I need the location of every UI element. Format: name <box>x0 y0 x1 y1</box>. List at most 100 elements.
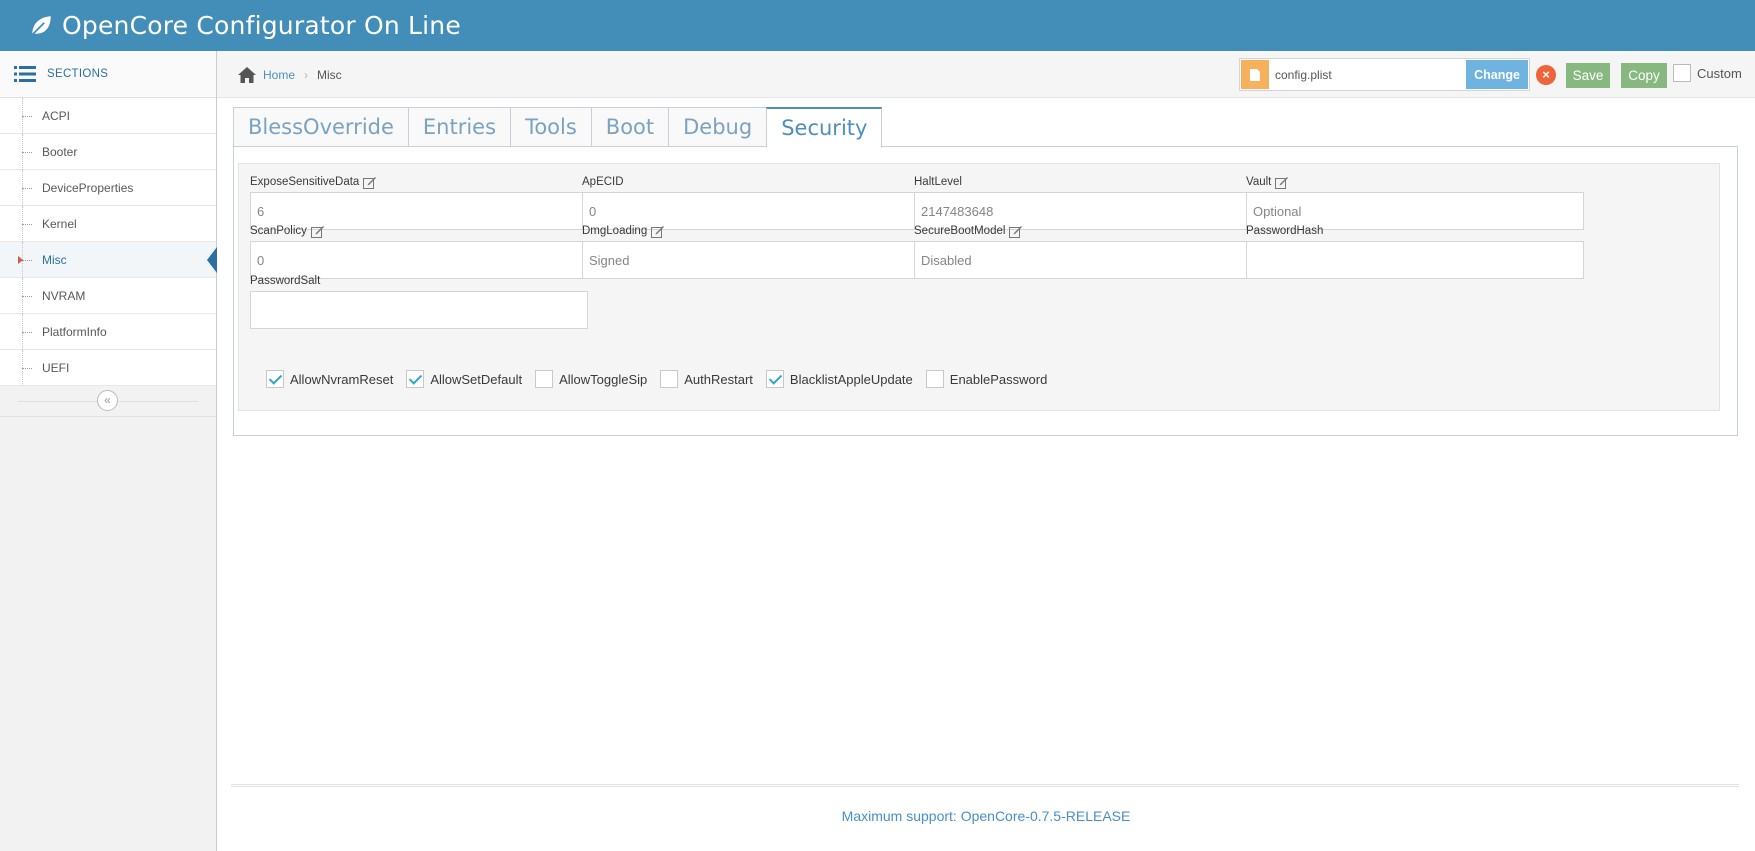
checkbox-box[interactable] <box>266 370 284 388</box>
custom-toggle[interactable]: Custom <box>1673 64 1742 82</box>
sidebar-item-deviceproperties[interactable]: DeviceProperties <box>0 170 216 206</box>
change-file-button[interactable]: Change <box>1466 60 1528 89</box>
sidebar-item-misc[interactable]: Misc <box>0 242 217 278</box>
field-label-text: SecureBootModel <box>914 225 1006 237</box>
tab-debug[interactable]: Debug <box>668 107 767 147</box>
tab-bar: BlessOverride Entries Tools Boot Debug Securi… <box>233 107 883 148</box>
checkbox-box[interactable] <box>535 370 554 388</box>
field-input[interactable]: Signed <box>582 241 920 279</box>
field-label-text: DmgLoading <box>582 225 648 237</box>
checkbox-label: EnablePassword <box>949 371 1048 387</box>
breadcrumb-separator: › <box>304 68 309 82</box>
field-label: PasswordSalt <box>250 273 588 289</box>
list-icon <box>14 66 36 82</box>
field-passwordhash: PasswordHash <box>1246 223 1584 279</box>
sidebar-item-label: PlatformInfo <box>42 324 107 339</box>
field-haltlevel: HaltLevel 2147483648 <box>914 174 1252 230</box>
tab-entries[interactable]: Entries <box>407 107 511 147</box>
field-vault: Vault Optional <box>1246 174 1584 230</box>
sidebar-item-label: Booter <box>42 144 78 159</box>
sidebar-nav: ACPI Booter DeviceProperties Kernel Misc NVRA… <box>0 98 217 386</box>
field-label-text: Vault <box>1246 176 1272 188</box>
sidebar-item-platforminfo[interactable]: PlatformInfo <box>0 314 216 350</box>
tab-tools[interactable]: Tools <box>510 107 591 147</box>
sidebar-item-label: Kernel <box>42 216 77 231</box>
sidebar-item-label: ACPI <box>42 108 71 123</box>
tree-dash <box>22 296 32 297</box>
field-label-text: PasswordSalt <box>250 275 321 287</box>
field-securebootmodel: SecureBootModel Disabled <box>914 223 1252 279</box>
tab-boot[interactable]: Boot <box>590 107 669 147</box>
sidebar-item-uefi[interactable]: UEFI <box>0 350 216 386</box>
edit-icon[interactable] <box>310 225 325 238</box>
field-label: Vault <box>1246 174 1584 190</box>
copy-button[interactable]: Copy <box>1621 63 1667 88</box>
sidebar-collapse-button[interactable]: « <box>97 390 118 411</box>
checkbox-label: AllowSetDefault <box>430 371 523 387</box>
breadcrumb-home-link[interactable]: Home <box>263 68 295 82</box>
field-label: DmgLoading <box>582 223 920 239</box>
security-form: AllowNvramReset AllowSetDefault AllowToggl… <box>238 163 1720 411</box>
checkbox-allowtogglesip[interactable]: AllowToggleSip <box>535 370 647 388</box>
edit-icon[interactable] <box>651 225 665 238</box>
field-label: ScanPolicy <box>250 223 588 239</box>
sidebar-collapse: « <box>0 386 216 417</box>
field-label-text: ApECID <box>582 176 624 188</box>
field-label-text: HaltLevel <box>914 176 962 188</box>
field-label-text: ExposeSensitiveData <box>250 176 360 188</box>
sidebar-item-nvram[interactable]: NVRAM <box>0 278 216 314</box>
checkbox-authrestart[interactable]: AuthRestart <box>660 370 753 388</box>
checkbox-enablepassword[interactable]: EnablePassword <box>925 370 1048 388</box>
breadcrumb-current: Misc <box>317 68 342 82</box>
sidebar-item-label: UEFI <box>42 360 70 375</box>
footer-text: Maximum support: OpenCore-0.7.5-RELEASE <box>841 808 1131 824</box>
field-scanpolicy: ScanPolicy 0 <box>250 223 588 279</box>
checkbox-box[interactable] <box>660 370 679 388</box>
field-input[interactable] <box>1246 241 1584 279</box>
checkbox-box[interactable] <box>765 370 784 388</box>
field-dmgloading: DmgLoading Signed <box>582 223 920 279</box>
field-label-text: PasswordHash <box>1246 225 1324 237</box>
home-icon[interactable] <box>237 66 257 84</box>
file-icon <box>1241 60 1269 89</box>
sidebar-header[interactable]: SECTIONS <box>0 51 216 98</box>
checkbox-blacklistappleupdate[interactable]: BlacklistAppleUpdate <box>765 370 913 388</box>
sidebar-item-label: Misc <box>42 252 67 267</box>
edit-icon[interactable] <box>1009 225 1023 238</box>
field-exposesensitivedata: ExposeSensitiveData 6 <box>250 174 588 230</box>
tree-dash <box>22 224 32 225</box>
checkbox-allowsetdefault[interactable]: AllowSetDefault <box>406 370 522 388</box>
field-input[interactable] <box>250 291 588 329</box>
sidebar-item-acpi[interactable]: ACPI <box>0 98 216 134</box>
field-label: ApECID <box>582 174 920 190</box>
save-button[interactable]: Save <box>1566 63 1610 88</box>
tree-dash <box>22 368 32 369</box>
footer-divider <box>231 784 1739 787</box>
edit-icon[interactable] <box>1275 176 1289 189</box>
breadcrumb: Home › Misc <box>237 66 342 84</box>
edit-icon[interactable] <box>363 176 377 189</box>
checkbox-box[interactable] <box>925 370 944 388</box>
sidebar-item-kernel[interactable]: Kernel <box>0 206 216 242</box>
field-input[interactable]: Disabled <box>914 241 1252 279</box>
custom-label: Custom <box>1697 65 1742 81</box>
tree-dash <box>22 116 32 117</box>
close-file-icon[interactable]: × <box>1536 65 1556 85</box>
custom-checkbox[interactable] <box>1673 64 1691 82</box>
tab-panel-security: AllowNvramReset AllowSetDefault AllowToggl… <box>233 146 1738 436</box>
app-title[interactable]: OpenCore Configurator On Line <box>62 11 461 40</box>
field-apecid: ApECID 0 <box>582 174 920 230</box>
checkbox-box[interactable] <box>406 370 425 388</box>
sidebar: SECTIONS ACPI Booter DeviceProperties Kerne… <box>0 51 217 851</box>
tree-dash <box>22 332 32 333</box>
file-name[interactable]: config.plist <box>1275 68 1332 82</box>
tab-security[interactable]: Security <box>766 107 883 148</box>
checkbox-allownvramreset[interactable]: AllowNvramReset <box>266 370 393 388</box>
file-input-group: config.plist Change <box>1239 58 1530 91</box>
tab-blessoverride[interactable]: BlessOverride <box>233 107 408 147</box>
checkbox-label: AllowNvramReset <box>290 371 394 387</box>
field-label: HaltLevel <box>914 174 1252 190</box>
checkbox-label: BlacklistAppleUpdate <box>789 371 913 387</box>
sidebar-item-booter[interactable]: Booter <box>0 134 216 170</box>
security-checkboxes: AllowNvramReset AllowSetDefault AllowToggl… <box>266 370 1060 388</box>
